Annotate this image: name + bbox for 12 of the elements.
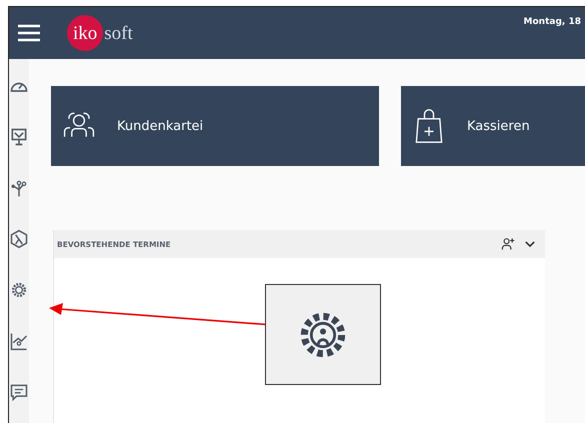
date-text: Montag, 18 (524, 17, 581, 27)
network-icon[interactable] (9, 178, 29, 198)
settings-icon[interactable] (9, 280, 29, 300)
add-person-icon[interactable] (501, 237, 515, 251)
dashboard-tile[interactable]: Kassieren (401, 86, 585, 166)
dashboard-tile[interactable]: Kundenkartei (51, 86, 379, 166)
message-icon[interactable] (9, 382, 29, 402)
lambda-icon[interactable] (9, 229, 29, 249)
logo: iko soft (67, 15, 133, 51)
display-stand-icon[interactable] (9, 127, 29, 147)
menu-button[interactable] (15, 22, 43, 44)
menu-icon (17, 24, 41, 42)
